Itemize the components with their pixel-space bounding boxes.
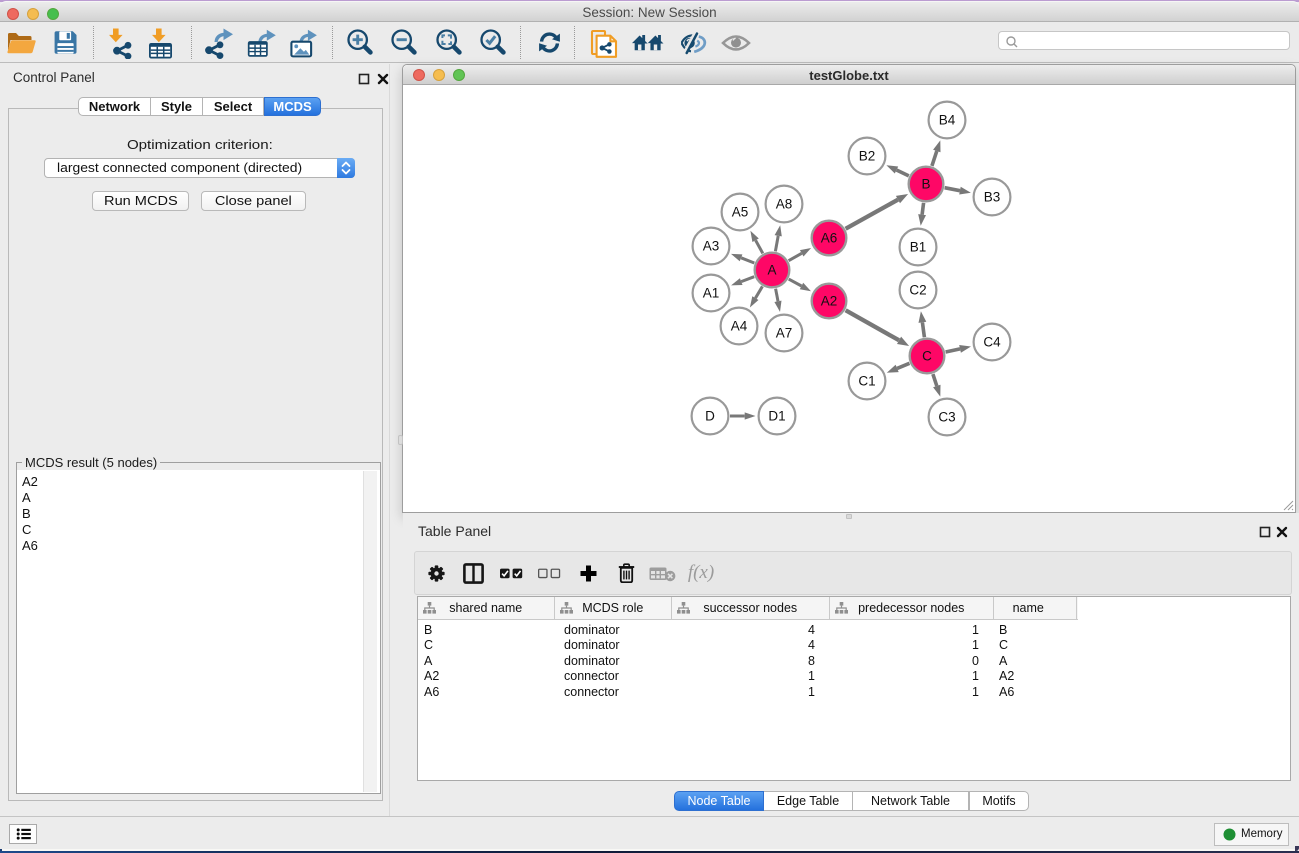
svg-text:A6: A6 xyxy=(821,231,838,246)
svg-text:C2: C2 xyxy=(909,283,926,298)
svg-text:C: C xyxy=(922,349,932,364)
svg-text:A5: A5 xyxy=(732,205,749,220)
svg-text:D1: D1 xyxy=(768,409,785,424)
svg-text:B2: B2 xyxy=(859,149,876,164)
svg-text:D: D xyxy=(705,409,715,424)
svg-text:A4: A4 xyxy=(731,319,748,334)
svg-text:B1: B1 xyxy=(910,240,927,255)
svg-text:A: A xyxy=(767,263,776,278)
svg-text:C1: C1 xyxy=(858,374,875,389)
svg-text:A8: A8 xyxy=(776,197,793,212)
svg-text:A1: A1 xyxy=(703,286,720,301)
svg-text:B: B xyxy=(921,177,930,192)
svg-text:C4: C4 xyxy=(983,335,1001,350)
svg-text:A3: A3 xyxy=(703,239,720,254)
svg-text:A7: A7 xyxy=(776,326,793,341)
svg-text:A2: A2 xyxy=(821,294,838,309)
svg-text:B3: B3 xyxy=(984,190,1001,205)
svg-text:B4: B4 xyxy=(939,113,956,128)
svg-text:C3: C3 xyxy=(938,410,955,425)
